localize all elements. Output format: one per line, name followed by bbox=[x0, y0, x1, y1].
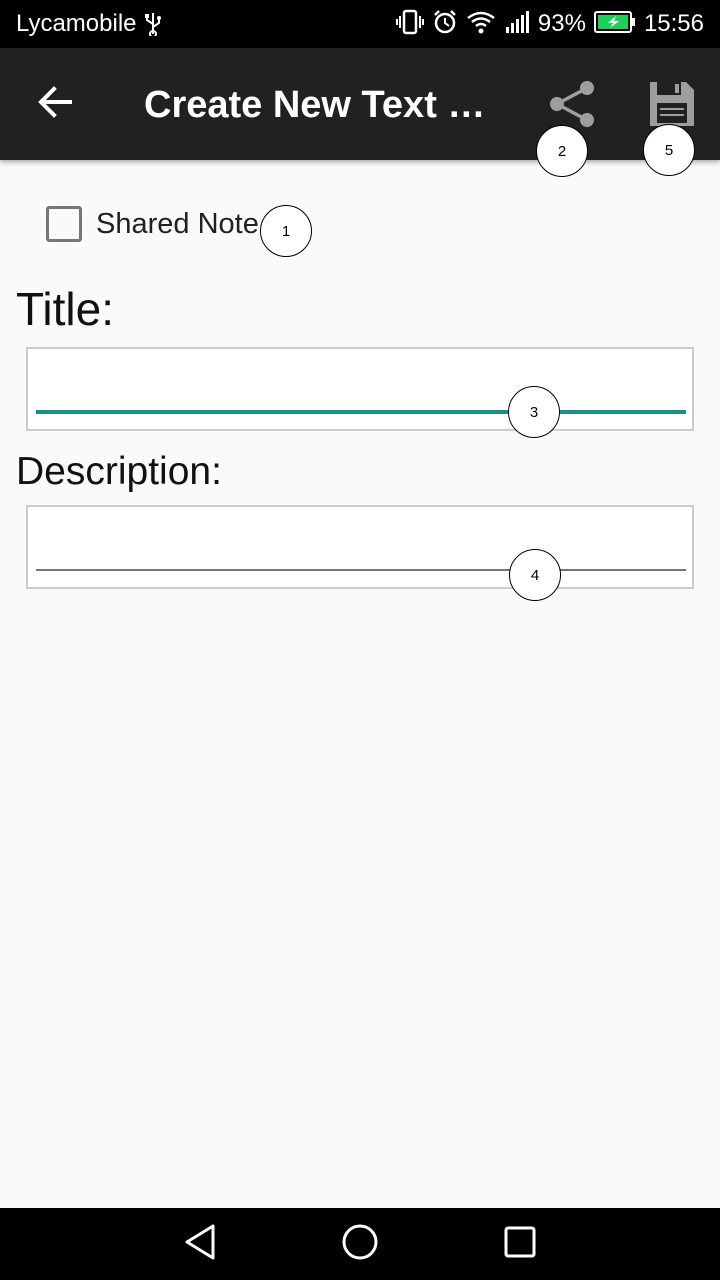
battery-charging-icon bbox=[593, 10, 636, 38]
nav-recents-button[interactable] bbox=[498, 1222, 542, 1266]
status-bar: Lycamobile 93% 15:56 bbox=[0, 0, 720, 48]
vibrate-icon bbox=[395, 9, 424, 40]
app-bar: Create New Text N... bbox=[0, 48, 720, 160]
marker-4: 4 bbox=[509, 549, 561, 601]
nav-home-button[interactable] bbox=[338, 1222, 382, 1266]
title-label: Title: bbox=[16, 283, 114, 335]
recents-square-icon bbox=[502, 1224, 538, 1265]
description-field-container bbox=[26, 505, 694, 589]
alarm-icon bbox=[432, 9, 458, 40]
status-icons: 93% 15:56 bbox=[395, 8, 704, 40]
battery-percent: 93% bbox=[537, 10, 586, 37]
back-triangle-icon bbox=[182, 1222, 218, 1267]
marker-5: 5 bbox=[643, 124, 695, 176]
page-title: Create New Text N... bbox=[144, 84, 504, 126]
description-input-underline bbox=[36, 569, 686, 571]
clock: 15:56 bbox=[643, 10, 704, 37]
description-input[interactable] bbox=[36, 521, 686, 569]
arrow-back-icon bbox=[36, 82, 76, 127]
title-input-underline bbox=[36, 410, 686, 414]
nav-back-button[interactable] bbox=[178, 1222, 222, 1266]
carrier-name: Lycamobile bbox=[16, 10, 137, 37]
description-label: Description: bbox=[16, 450, 222, 493]
title-field-container bbox=[26, 347, 694, 431]
system-nav-bar bbox=[0, 1208, 720, 1280]
title-input[interactable] bbox=[36, 363, 686, 411]
usb-icon bbox=[144, 12, 162, 41]
marker-1: 1 bbox=[260, 205, 312, 257]
shared-note-label[interactable]: Shared Note bbox=[96, 208, 259, 241]
marker-2: 2 bbox=[536, 125, 588, 177]
marker-3: 3 bbox=[508, 386, 560, 438]
wifi-icon bbox=[466, 9, 496, 40]
shared-note-checkbox[interactable] bbox=[46, 206, 82, 242]
home-circle-icon bbox=[340, 1222, 380, 1267]
signal-icon bbox=[504, 9, 530, 40]
back-button[interactable] bbox=[24, 72, 88, 136]
